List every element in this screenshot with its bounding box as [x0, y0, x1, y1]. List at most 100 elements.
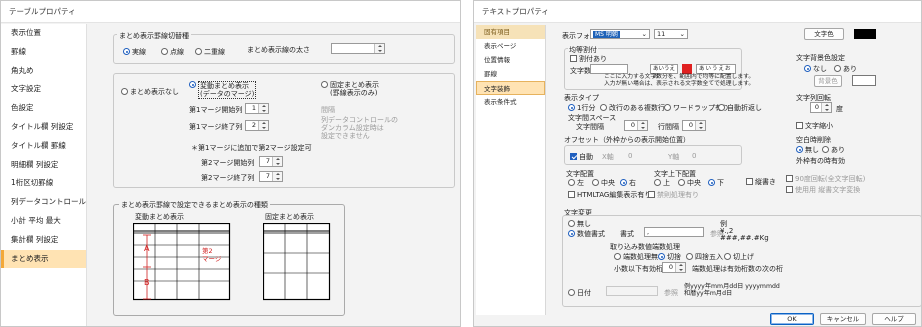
- sidebar-item[interactable]: 文字設定: [1, 80, 86, 99]
- line-spacing-spinner[interactable]: 0: [682, 120, 706, 131]
- thickness-spinner[interactable]: [331, 43, 385, 54]
- sidebar-item[interactable]: タイトル欄 罫線: [1, 137, 86, 156]
- note-text: 列データコントロールの ダンカラム設定時は 設定できません: [321, 116, 398, 140]
- fixed-merge-diagram: [263, 223, 331, 301]
- cancel-button[interactable]: キャンセル: [820, 313, 866, 325]
- conv-num-radio[interactable]: 数値書式: [568, 229, 605, 239]
- date-ref[interactable]: 参照: [664, 288, 678, 298]
- sidebar-item[interactable]: 小計 平均 最大: [1, 212, 86, 231]
- text-property-window: テキストプロパティ 固有項目 表示ページ 位置情報 罫線 文字装飾 表示条件式 表示フォ…: [473, 0, 922, 327]
- font-select[interactable]: MS 明朝 ⌄: [590, 29, 650, 39]
- shrink-checkbox[interactable]: 文字縮小: [796, 121, 833, 131]
- help-button[interactable]: ヘルプ: [872, 313, 916, 325]
- forbid-checkbox[interactable]: 禁則処理有り: [648, 190, 699, 200]
- radio-solid[interactable]: 実線: [123, 47, 146, 57]
- bg-none-radio[interactable]: なし: [804, 64, 827, 74]
- radio-variable-merge[interactable]: 変動まとめ表示 (データのマージ): [189, 81, 257, 99]
- radio-fixed-merge[interactable]: 固定まとめ表示 (罫線表示のみ): [321, 81, 379, 97]
- vert-rotate-checkbox[interactable]: 90度回転(全文字回転): [786, 174, 865, 184]
- x-label: X軸: [602, 153, 614, 161]
- auto-checkbox[interactable]: 自動: [570, 152, 593, 162]
- radio-icon: [189, 81, 196, 88]
- round-floor[interactable]: 切捨: [658, 252, 681, 262]
- h-left[interactable]: 左: [568, 178, 584, 188]
- sidebar-item[interactable]: 角丸め: [1, 62, 86, 81]
- sidebar-item[interactable]: 罫線: [476, 67, 545, 81]
- radio-double[interactable]: 二重線: [195, 47, 225, 57]
- v-center[interactable]: 中央: [678, 178, 701, 188]
- sidebar-item[interactable]: 列データコントロール: [1, 193, 86, 212]
- text-color-swatch: [854, 29, 876, 39]
- date-input[interactable]: [606, 286, 658, 296]
- merge2-start-spinner[interactable]: 7: [259, 156, 283, 167]
- bg-color-button[interactable]: 背景色: [814, 75, 842, 87]
- merge1-end-spinner[interactable]: 2: [245, 120, 269, 131]
- vert-convert-checkbox[interactable]: 使用用 縦書文字変換: [786, 185, 860, 195]
- char-count-input[interactable]: [590, 64, 628, 74]
- bg-yes-radio[interactable]: あり: [834, 64, 857, 74]
- sidebar-item[interactable]: まとめ表示: [1, 249, 86, 269]
- ok-button[interactable]: OK: [770, 313, 814, 325]
- bg-label: 文字背景色設定: [796, 54, 845, 62]
- merge2-end-label: 第2マージ終了列: [201, 174, 255, 182]
- sidebar-item[interactable]: 集計欄 列設定: [1, 231, 86, 250]
- y-label: Y軸: [668, 153, 680, 161]
- sidebar-item[interactable]: 位置情報: [476, 53, 545, 67]
- radio-icon: [321, 81, 328, 88]
- table-property-window: テーブルプロパティ 表示位置 罫線 角丸め 文字設定 色設定 タイトル欄 列設定 タイトル欄…: [0, 0, 461, 327]
- v-bottom[interactable]: 下: [708, 178, 724, 188]
- type-autowrap[interactable]: 自動折返し: [718, 103, 762, 113]
- window-title: テキストプロパティ: [474, 1, 921, 23]
- conv-none-radio[interactable]: 無し: [568, 219, 591, 229]
- format-input[interactable]: ,: [644, 227, 704, 237]
- merge1-start-spinner[interactable]: 1: [245, 103, 269, 114]
- blank-none-radio[interactable]: 無し: [796, 145, 819, 155]
- blank-yes-radio[interactable]: あり: [822, 145, 845, 155]
- radio-dotted[interactable]: 点線: [161, 47, 184, 57]
- sidebar-item[interactable]: 明細欄 列設定: [1, 156, 86, 175]
- radio-no-merge[interactable]: まとめ表示なし: [121, 87, 179, 97]
- type-1line[interactable]: 1行分: [568, 103, 595, 113]
- char-count-label: 文字数: [570, 67, 591, 75]
- format-label: 書式: [620, 230, 634, 238]
- round-ceil[interactable]: 切上げ: [724, 252, 754, 262]
- sidebar-item[interactable]: 表示ページ: [476, 39, 545, 53]
- blank-note: 外枠有の時有効: [796, 157, 845, 165]
- blank-delete-label: 空白時削除: [796, 136, 831, 144]
- second-merge-note: ＊第1マージに追加で第2マージ設定可: [191, 144, 312, 152]
- merge2-start-label: 第2マージ開始列: [201, 159, 255, 167]
- sidebar: 固有項目 表示ページ 位置情報 罫線 文字装飾 表示条件式: [476, 25, 546, 315]
- round-none[interactable]: 端数処理無: [614, 252, 658, 262]
- date-radio[interactable]: 日付: [568, 288, 591, 298]
- sidebar-item[interactable]: タイトル欄 列設定: [1, 118, 86, 137]
- vertical-checkbox[interactable]: 縦書き: [746, 177, 776, 187]
- sidebar-item[interactable]: 表示位置: [1, 24, 86, 43]
- sidebar-item[interactable]: 文字装飾: [476, 81, 545, 95]
- size-select[interactable]: 11 ⌄: [654, 29, 688, 39]
- v-top[interactable]: 上: [654, 178, 670, 188]
- decimal-spinner[interactable]: 0: [662, 262, 686, 273]
- h-center[interactable]: 中央: [592, 178, 615, 188]
- checkbox-icon: [570, 55, 577, 62]
- sidebar-item[interactable]: 1桁区切罫線: [1, 174, 86, 193]
- sample-box-1: あいうえお: [650, 64, 678, 80]
- text-color-button[interactable]: 文字色: [804, 28, 844, 40]
- wrap-checkbox[interactable]: 割付あり: [570, 54, 607, 64]
- window-title: テーブルプロパティ: [1, 1, 460, 23]
- merge2-end-spinner[interactable]: 7: [259, 171, 283, 182]
- h-right[interactable]: 右: [620, 178, 636, 188]
- merge1-end-label: 第1マージ終了列: [189, 123, 243, 131]
- round-half[interactable]: 四捨五入: [686, 252, 723, 262]
- radio-icon: [195, 48, 202, 55]
- html-tag-checkbox[interactable]: HTMLTAG編集表示有り: [568, 190, 651, 200]
- radio-icon: [121, 88, 128, 95]
- sidebar-item[interactable]: 色設定: [1, 99, 86, 118]
- sidebar-item[interactable]: 罫線: [1, 43, 86, 62]
- sidebar-header[interactable]: 固有項目: [476, 25, 545, 39]
- spacing-label: 間隔: [321, 106, 335, 114]
- char-spacing-spinner[interactable]: 0: [624, 120, 648, 131]
- radio-icon: [161, 48, 168, 55]
- rotation-spinner[interactable]: 0: [810, 102, 832, 113]
- sidebar-item[interactable]: 表示条件式: [476, 95, 545, 109]
- type-multiline[interactable]: 改行のある複数行: [600, 103, 665, 113]
